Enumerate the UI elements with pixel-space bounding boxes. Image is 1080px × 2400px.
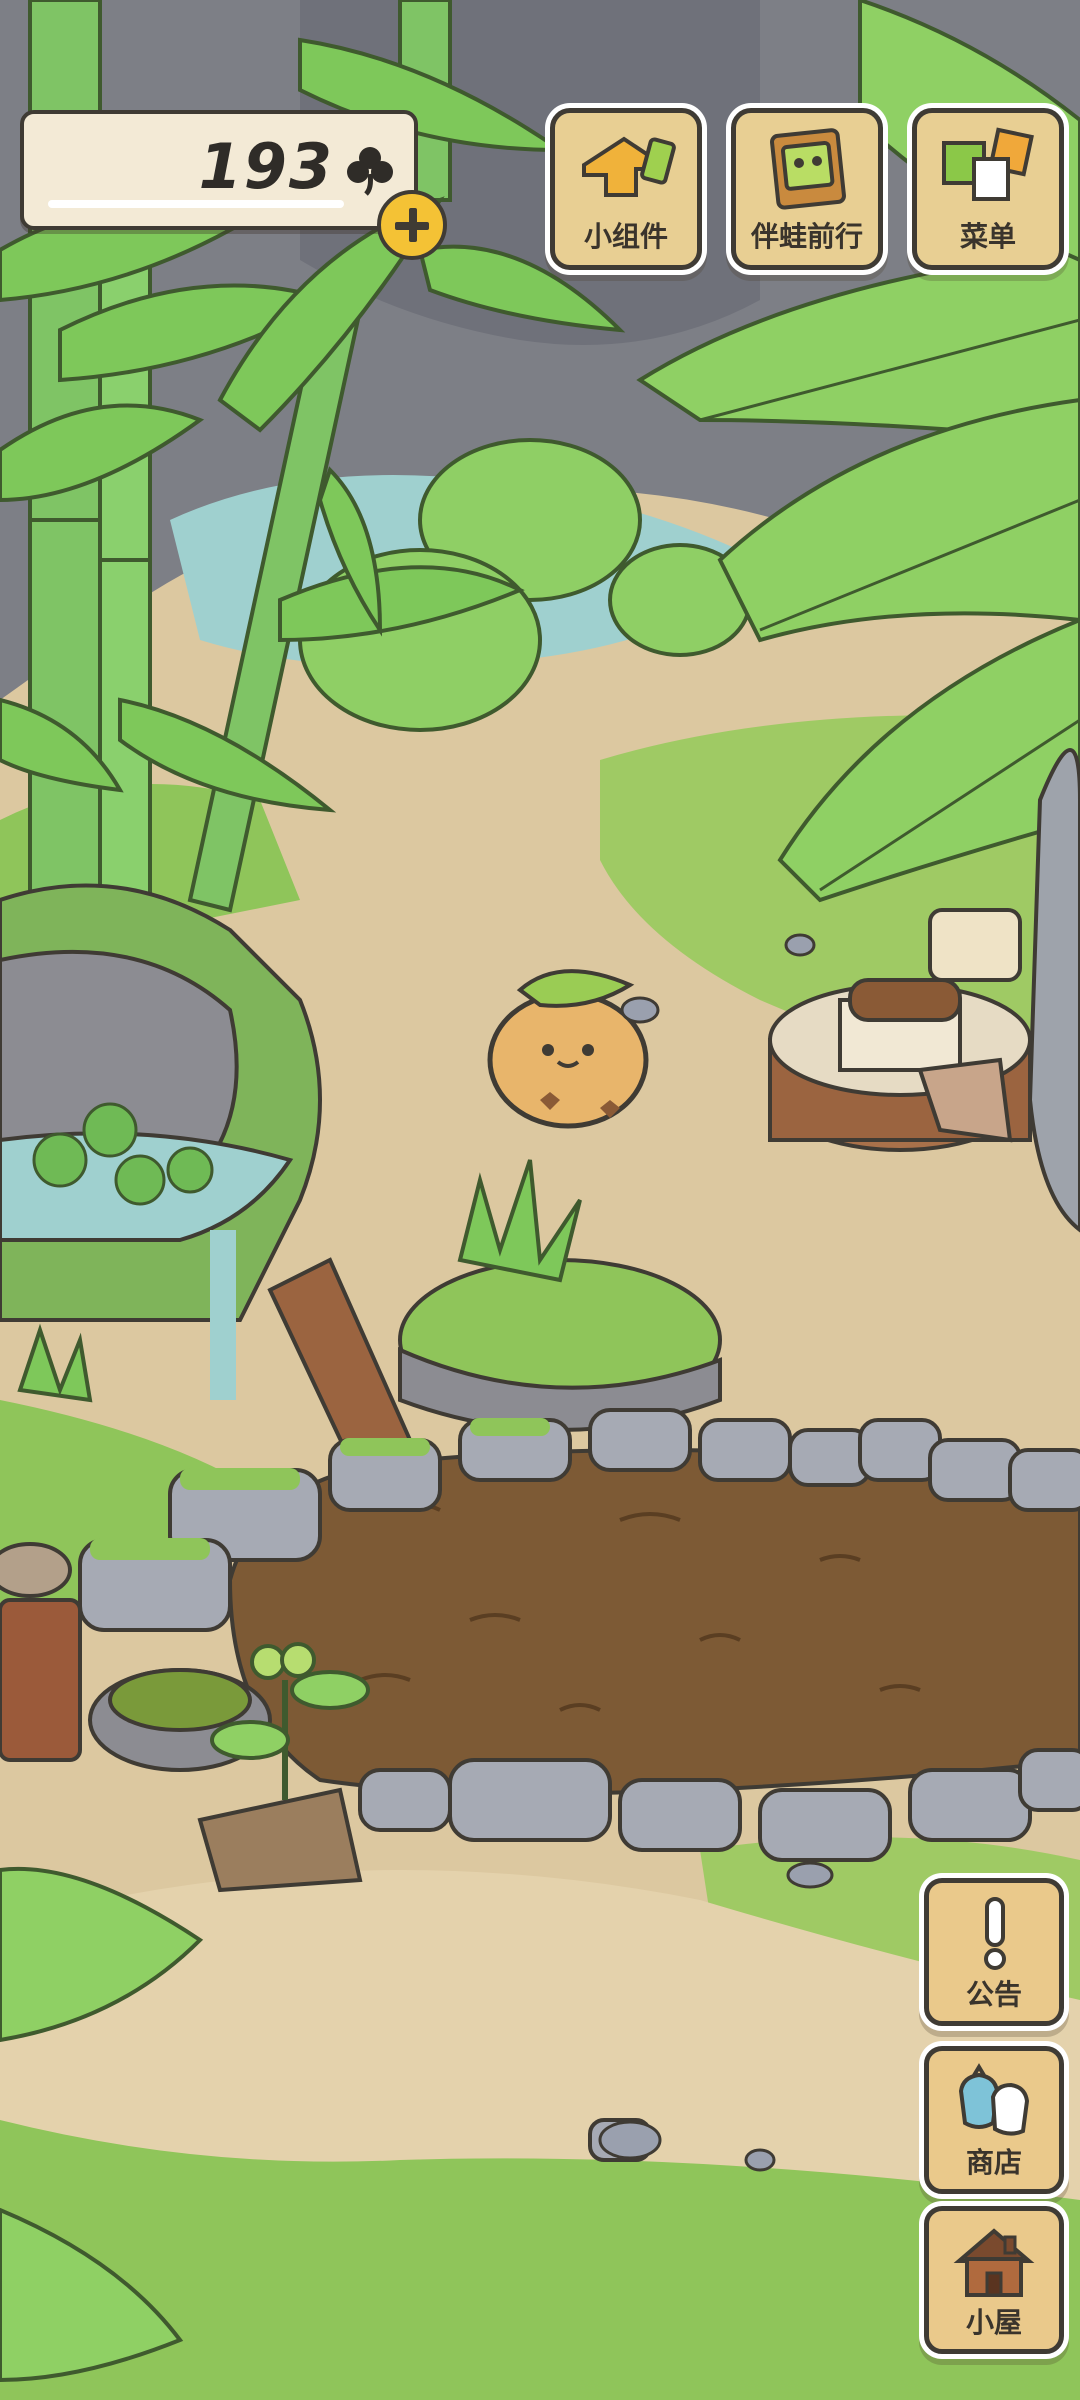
frog-card-icon xyxy=(770,128,846,210)
clover-count: 193 xyxy=(198,130,334,203)
shop-label: 商店 xyxy=(965,2146,1022,2179)
shop-button[interactable]: 商店 xyxy=(924,2046,1064,2194)
currency-underline xyxy=(48,200,344,208)
shop-bags-icon xyxy=(958,2063,1030,2136)
game-scene xyxy=(0,0,1080,2400)
widgets-label: 小组件 xyxy=(583,220,668,253)
widgets-button[interactable]: 小组件 xyxy=(550,108,702,270)
menu-label: 菜单 xyxy=(959,220,1016,253)
add-clover-button[interactable] xyxy=(377,190,447,260)
travel-with-frog-button[interactable]: 伴蛙前行 xyxy=(731,108,883,270)
travel-with-frog-label: 伴蛙前行 xyxy=(750,220,863,253)
house-icon xyxy=(953,2228,1035,2297)
clover-icon xyxy=(347,147,393,196)
house-label: 小屋 xyxy=(965,2306,1022,2339)
notice-button[interactable]: 公告 xyxy=(924,1878,1064,2026)
notice-label: 公告 xyxy=(965,1978,1022,2011)
widget-pieces-icon xyxy=(582,136,676,197)
menu-button[interactable]: 菜单 xyxy=(912,108,1064,270)
currency-counter: 193 xyxy=(20,110,418,230)
menu-cards-icon xyxy=(942,127,1034,201)
house-button[interactable]: 小屋 xyxy=(924,2206,1064,2354)
exclamation-icon xyxy=(984,1897,1006,1970)
